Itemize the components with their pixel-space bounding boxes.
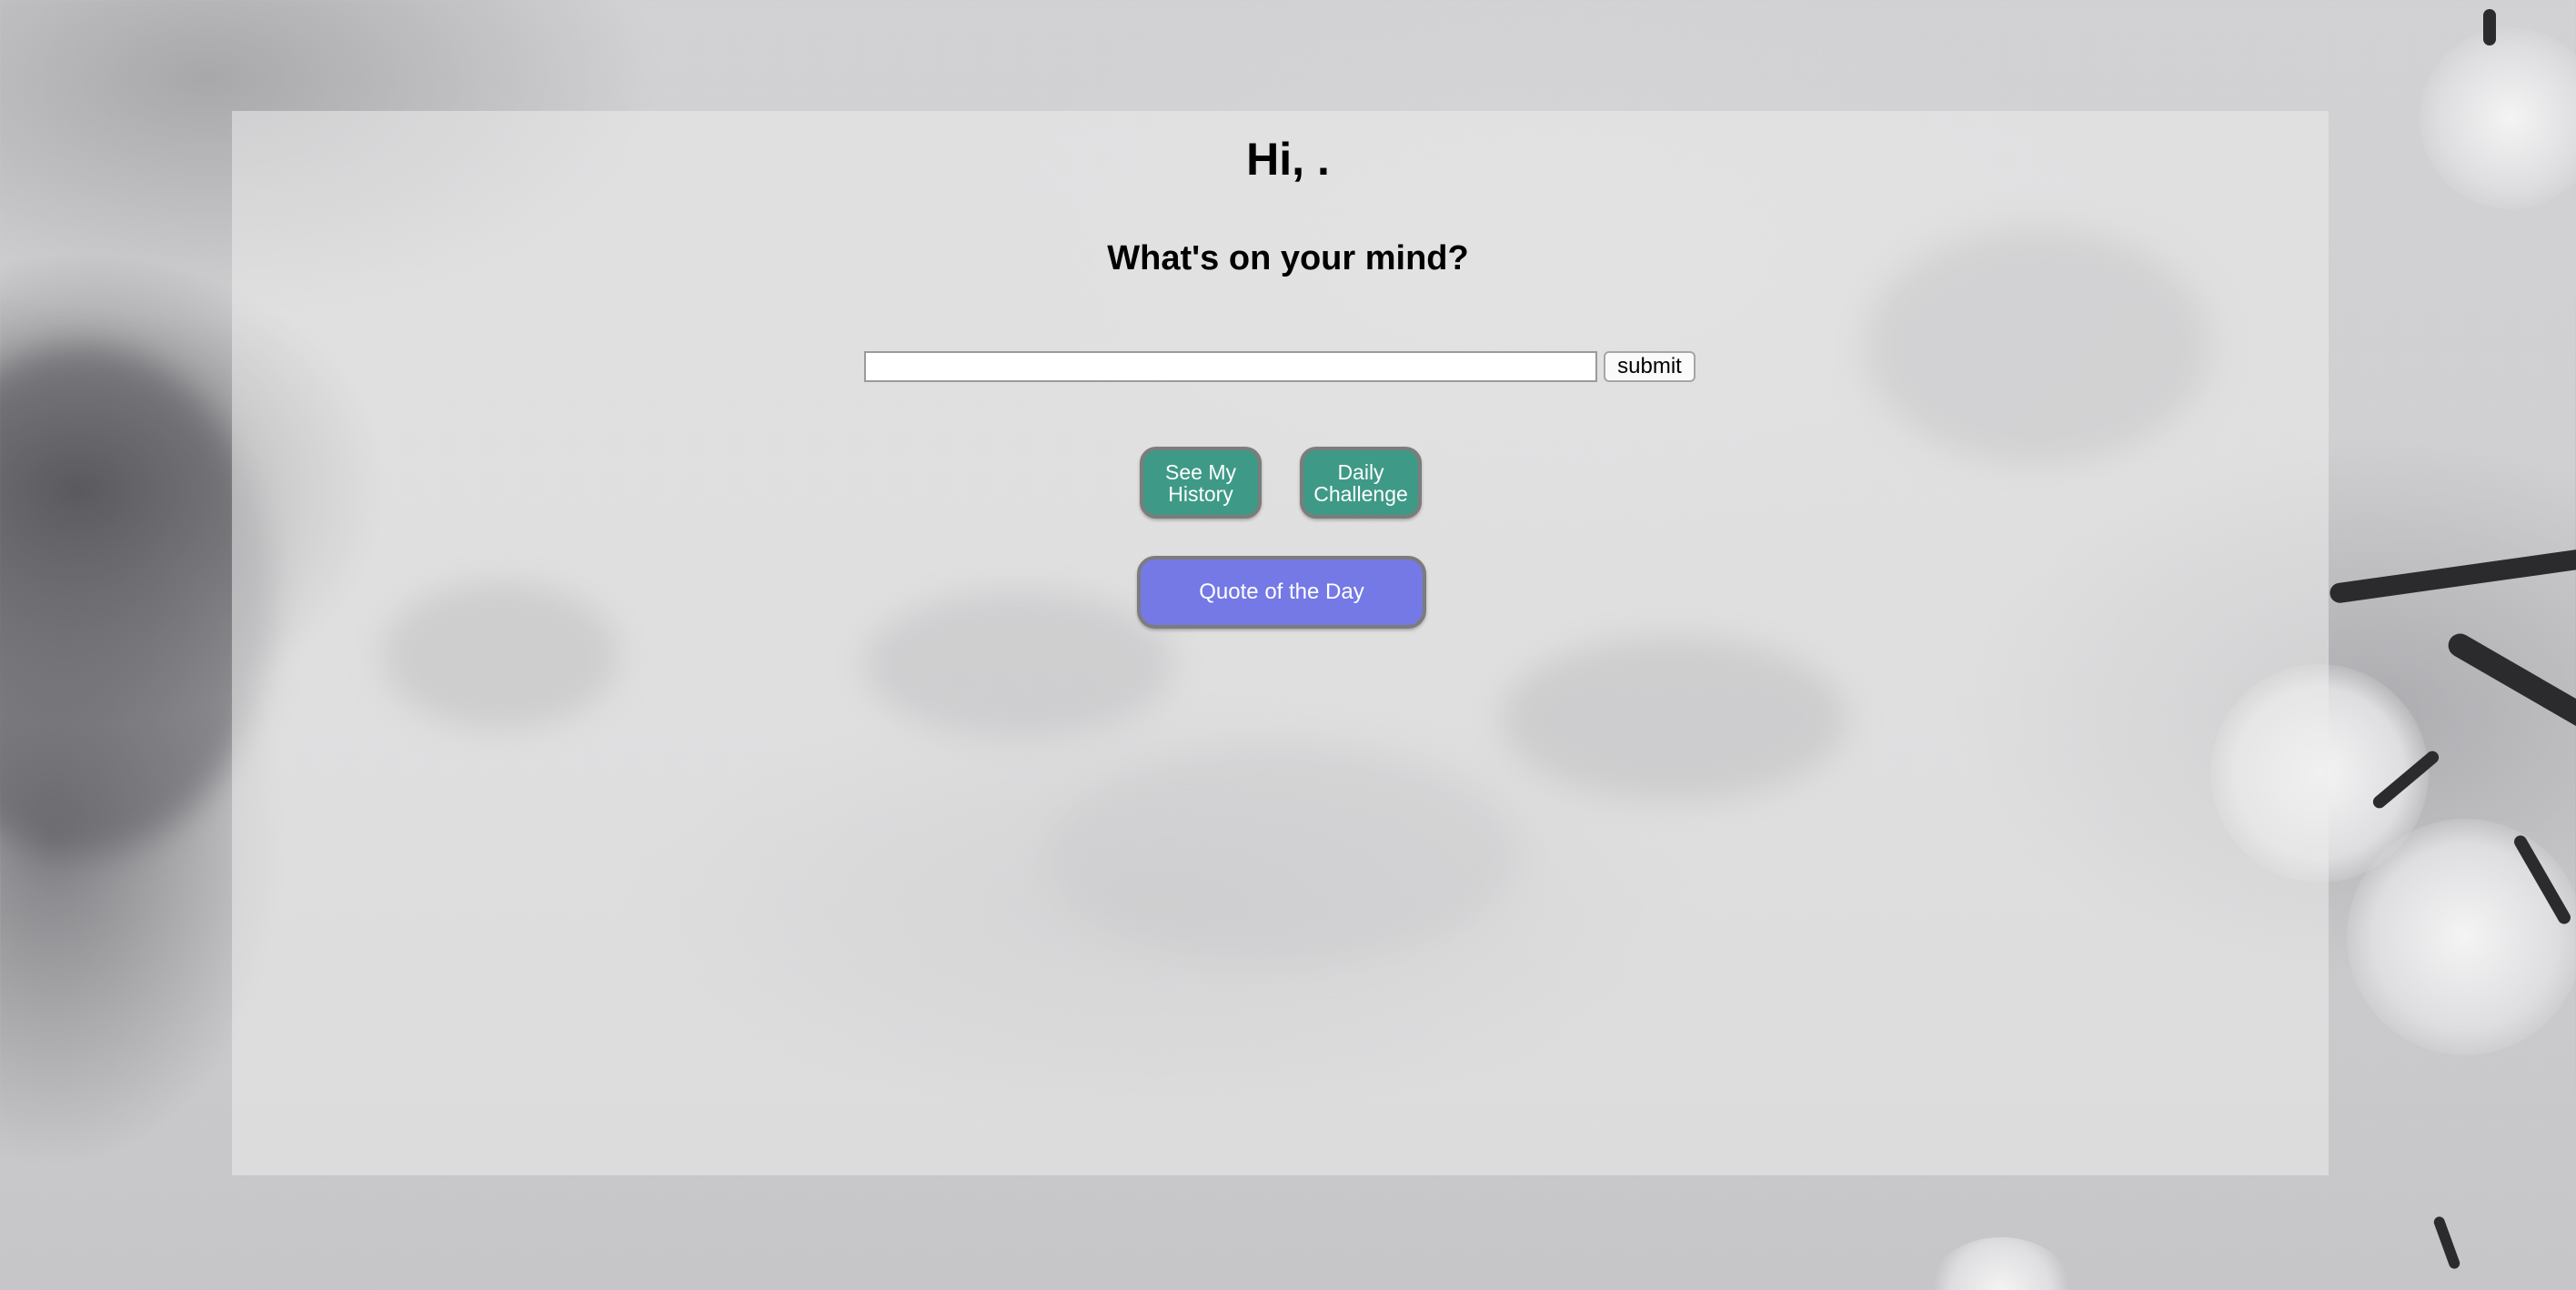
greeting-heading: Hi, .	[1246, 134, 1330, 185]
daily-challenge-button[interactable]: Daily Challenge	[1300, 447, 1422, 519]
thought-input[interactable]	[864, 351, 1597, 382]
quote-of-the-day-button[interactable]: Quote of the Day	[1137, 556, 1426, 629]
prompt-heading: What's on your mind?	[1107, 239, 1469, 277]
submit-button[interactable]: submit	[1604, 351, 1696, 382]
see-my-history-button[interactable]: See My History	[1140, 447, 1262, 519]
